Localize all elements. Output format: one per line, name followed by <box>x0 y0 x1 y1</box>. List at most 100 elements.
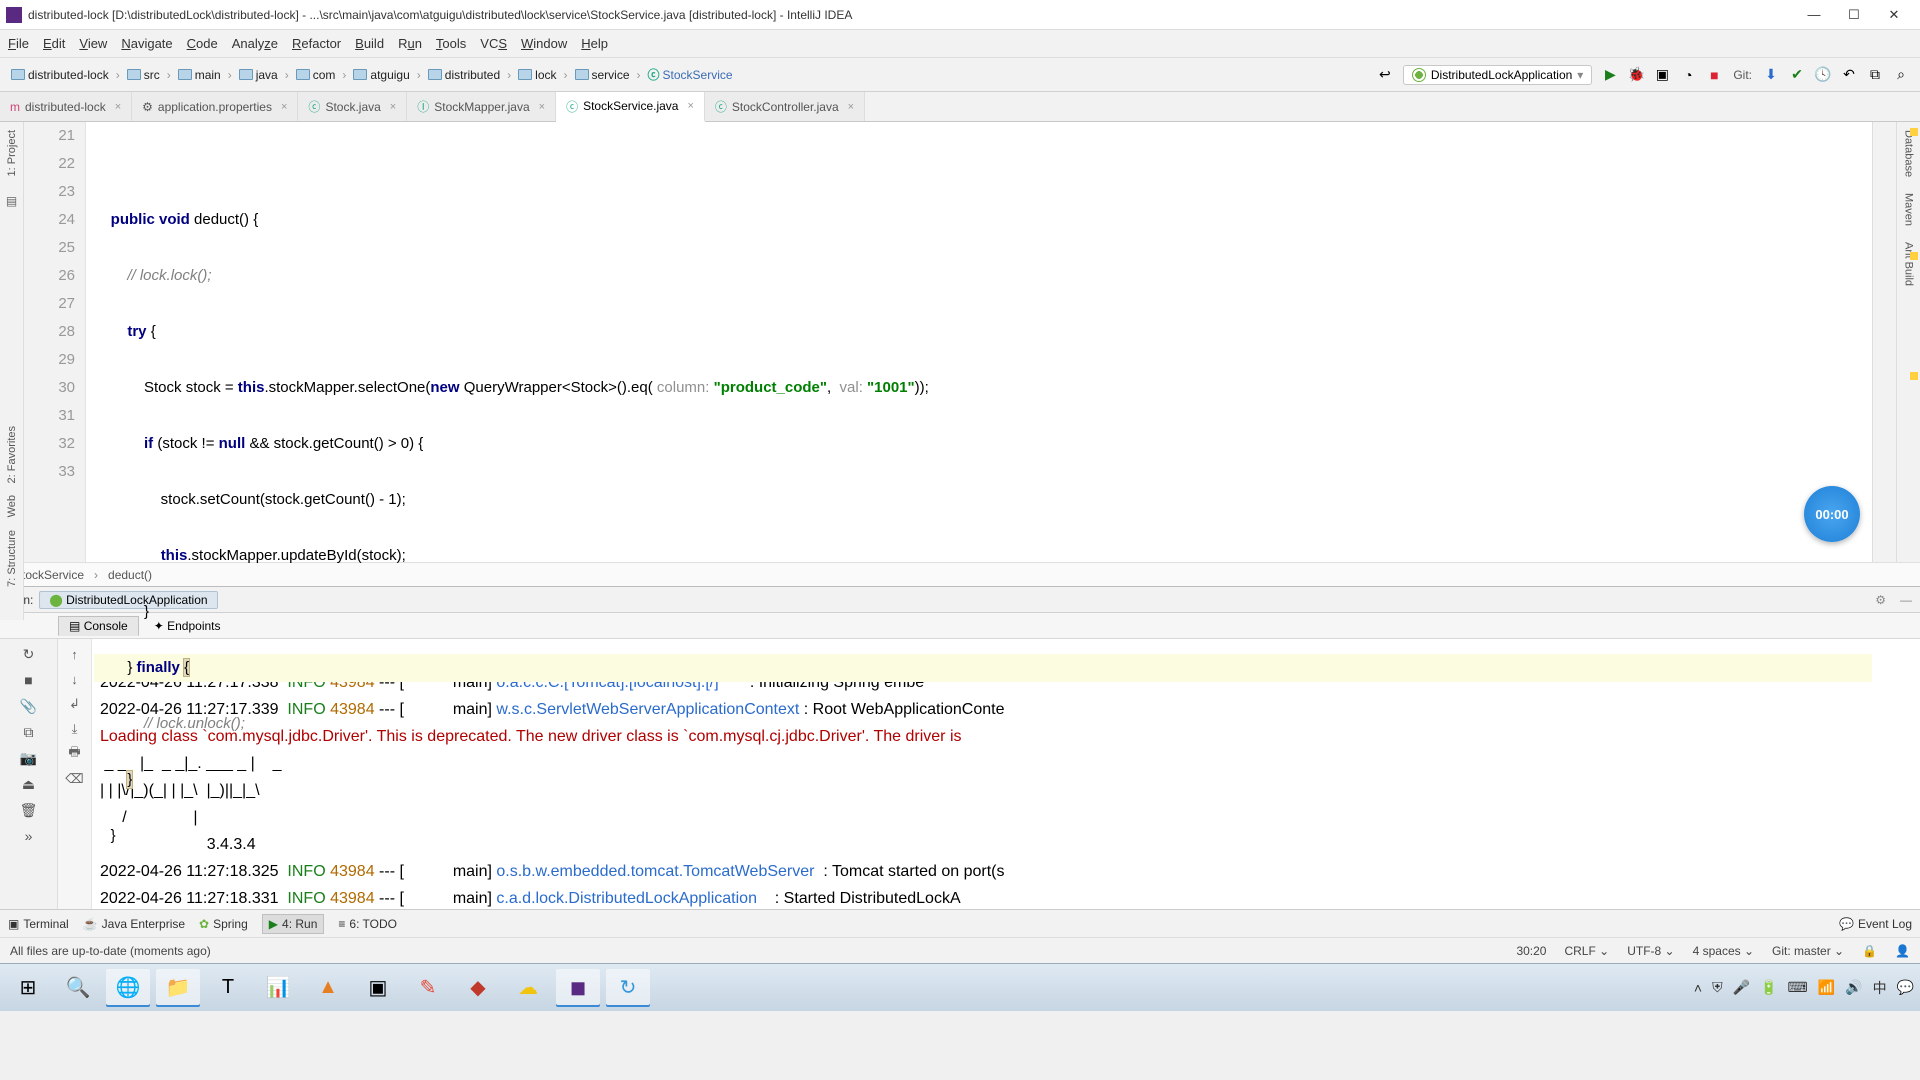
editor-marker-strip[interactable] <box>1872 122 1896 562</box>
menu-analyze[interactable]: Analyze <box>232 36 278 51</box>
exit-button[interactable]: ⏏ <box>18 773 40 795</box>
menu-navigate[interactable]: Navigate <box>121 36 172 51</box>
tab-stockcontroller[interactable]: ⓒStockController.java× <box>705 92 865 121</box>
menu-vcs[interactable]: VCS <box>480 36 507 51</box>
dump-button[interactable]: 📷 <box>18 747 40 769</box>
run-button[interactable]: ▶ <box>1599 64 1621 86</box>
print-icon[interactable]: 🖶 <box>64 743 86 765</box>
tray-ime-icon[interactable]: 中 <box>1873 978 1887 998</box>
text-app-icon[interactable]: T <box>206 969 250 1007</box>
tray-volume-icon[interactable]: 🔊 <box>1845 979 1862 996</box>
app-icon[interactable]: ▲ <box>306 969 350 1007</box>
breadcrumb-service[interactable]: service <box>570 66 635 84</box>
editor-icon[interactable]: ✎ <box>406 969 450 1007</box>
search-everywhere-icon[interactable]: ⌕ <box>1890 64 1912 86</box>
menu-window[interactable]: Window <box>521 36 567 51</box>
sidetab-maven[interactable]: Maven <box>1903 193 1915 226</box>
toolwin-spring[interactable]: ✿ Spring <box>199 917 248 931</box>
close-button[interactable]: ✕ <box>1874 7 1914 23</box>
menu-refactor[interactable]: Refactor <box>292 36 341 51</box>
attach-button[interactable]: 📎 <box>18 695 40 717</box>
chrome-icon[interactable]: 🌐 <box>106 969 150 1007</box>
tab-stockservice[interactable]: ⓒStockService.java× <box>556 92 705 122</box>
breadcrumb-lock[interactable]: lock <box>513 66 561 84</box>
close-icon[interactable]: × <box>390 101 396 113</box>
menu-code[interactable]: Code <box>187 36 218 51</box>
lock-icon[interactable]: 🔒 <box>1862 944 1877 958</box>
delete-button[interactable]: 🗑 <box>18 799 40 821</box>
close-icon[interactable]: × <box>281 101 287 113</box>
line-gutter[interactable]: 21222324252627282930313233 <box>24 122 86 562</box>
breadcrumb-main[interactable]: main <box>173 66 226 84</box>
close-icon[interactable]: × <box>115 101 121 113</box>
stop-button[interactable]: ■ <box>1703 64 1725 86</box>
maximize-button[interactable]: ☐ <box>1834 7 1874 23</box>
tray-keyboard-icon[interactable]: ⌨ <box>1787 979 1807 996</box>
profile-button[interactable]: ◔ <box>1677 64 1699 86</box>
sidetab-ant[interactable]: Ant Build <box>1903 242 1915 286</box>
toolwin-java-enterprise[interactable]: ☕ Java Enterprise <box>83 917 185 931</box>
office-icon[interactable]: 📊 <box>256 969 300 1007</box>
explorer-icon[interactable]: 📁 <box>156 969 200 1007</box>
tray-shield-icon[interactable]: ⛨ <box>1712 979 1723 996</box>
inspector-icon[interactable]: 👤 <box>1895 944 1910 958</box>
sidetab-structure[interactable]: 7: Structure <box>6 530 18 587</box>
sidetab-favorites[interactable]: 2: Favorites <box>6 426 18 483</box>
vcs-update-icon[interactable]: ⬇ <box>1760 64 1782 86</box>
system-tray[interactable]: ˄ ⛨ 🎤 🔋 ⌨ 📶 🔊 中 💬 <box>1694 978 1914 998</box>
soft-wrap-icon[interactable]: ↲ <box>64 693 86 715</box>
run-config-selector[interactable]: DistributedLockApplication ▾ <box>1403 65 1592 85</box>
menu-help[interactable]: Help <box>581 36 608 51</box>
breadcrumb-root[interactable]: distributed-lock <box>6 66 114 84</box>
more-button[interactable]: » <box>18 825 40 847</box>
toolwin-run[interactable]: ▶ 4: Run <box>262 914 325 934</box>
hide-icon[interactable]: — <box>1900 593 1912 607</box>
menu-file[interactable]: File <box>8 36 29 51</box>
sidetab-database[interactable]: Database <box>1903 130 1915 177</box>
stop-button[interactable]: ■ <box>18 669 40 691</box>
toolwin-event-log[interactable]: 💬 Event Log <box>1839 917 1912 931</box>
vcs-history-icon[interactable]: 🕓 <box>1812 64 1834 86</box>
timer-badge[interactable]: 00:00 <box>1804 486 1860 542</box>
caret-position[interactable]: 30:20 <box>1516 944 1546 958</box>
close-icon[interactable]: × <box>539 101 545 113</box>
cmd-icon[interactable]: ▣ <box>356 969 400 1007</box>
tray-battery-icon[interactable]: 🔋 <box>1760 979 1777 996</box>
rerun-button[interactable]: ↻ <box>18 643 40 665</box>
tab-distributed-lock[interactable]: mdistributed-lock× <box>0 92 132 121</box>
breadcrumb-java[interactable]: java <box>234 66 283 84</box>
tray-chevron-icon[interactable]: ˄ <box>1694 980 1702 996</box>
indent-setting[interactable]: 4 spaces ⌄ <box>1693 944 1754 958</box>
tray-wifi-icon[interactable]: 📶 <box>1818 979 1835 996</box>
settings-icon[interactable]: ⚙ <box>1875 593 1886 607</box>
close-icon[interactable]: × <box>687 100 693 112</box>
vcs-commit-icon[interactable]: ✔ <box>1786 64 1808 86</box>
tray-notifications-icon[interactable]: 💬 <box>1897 979 1914 996</box>
minimize-button[interactable]: — <box>1794 7 1834 22</box>
nav-back-icon[interactable]: ↩ <box>1374 64 1396 86</box>
vcs-revert-icon[interactable]: ↶ <box>1838 64 1860 86</box>
breadcrumb-src[interactable]: src <box>122 66 165 84</box>
debug-button[interactable]: 🐞 <box>1625 64 1647 86</box>
start-button[interactable]: ⊞ <box>6 969 50 1007</box>
up-icon[interactable]: ↑ <box>64 643 86 665</box>
sidetab-web[interactable]: Web <box>6 495 18 517</box>
code-editor[interactable]: public void deduct() { // lock.lock(); t… <box>86 122 1872 562</box>
tab-stockmapper[interactable]: ⒾStockMapper.java× <box>407 92 556 121</box>
coverage-button[interactable]: ▣ <box>1651 64 1673 86</box>
db-tool-icon[interactable]: ◆ <box>456 969 500 1007</box>
search-button[interactable]: 🔍 <box>56 969 100 1007</box>
crumb-class[interactable]: StockService <box>14 568 84 582</box>
scroll-end-icon[interactable]: ⤓ <box>64 718 86 740</box>
file-encoding[interactable]: UTF-8 ⌄ <box>1627 944 1674 958</box>
tab-application-properties[interactable]: ⚙application.properties× <box>132 92 298 121</box>
menu-edit[interactable]: Edit <box>43 36 65 51</box>
tab-stock[interactable]: ⓒStock.java× <box>298 92 407 121</box>
close-icon[interactable]: × <box>848 101 854 113</box>
menu-tools[interactable]: Tools <box>436 36 466 51</box>
intellij-icon[interactable]: ◼ <box>556 969 600 1007</box>
git-branch[interactable]: Git: master ⌄ <box>1772 944 1844 958</box>
menu-build[interactable]: Build <box>355 36 384 51</box>
down-icon[interactable]: ↓ <box>64 668 86 690</box>
sidetab-collapse-icon[interactable]: ▤ <box>6 194 17 208</box>
